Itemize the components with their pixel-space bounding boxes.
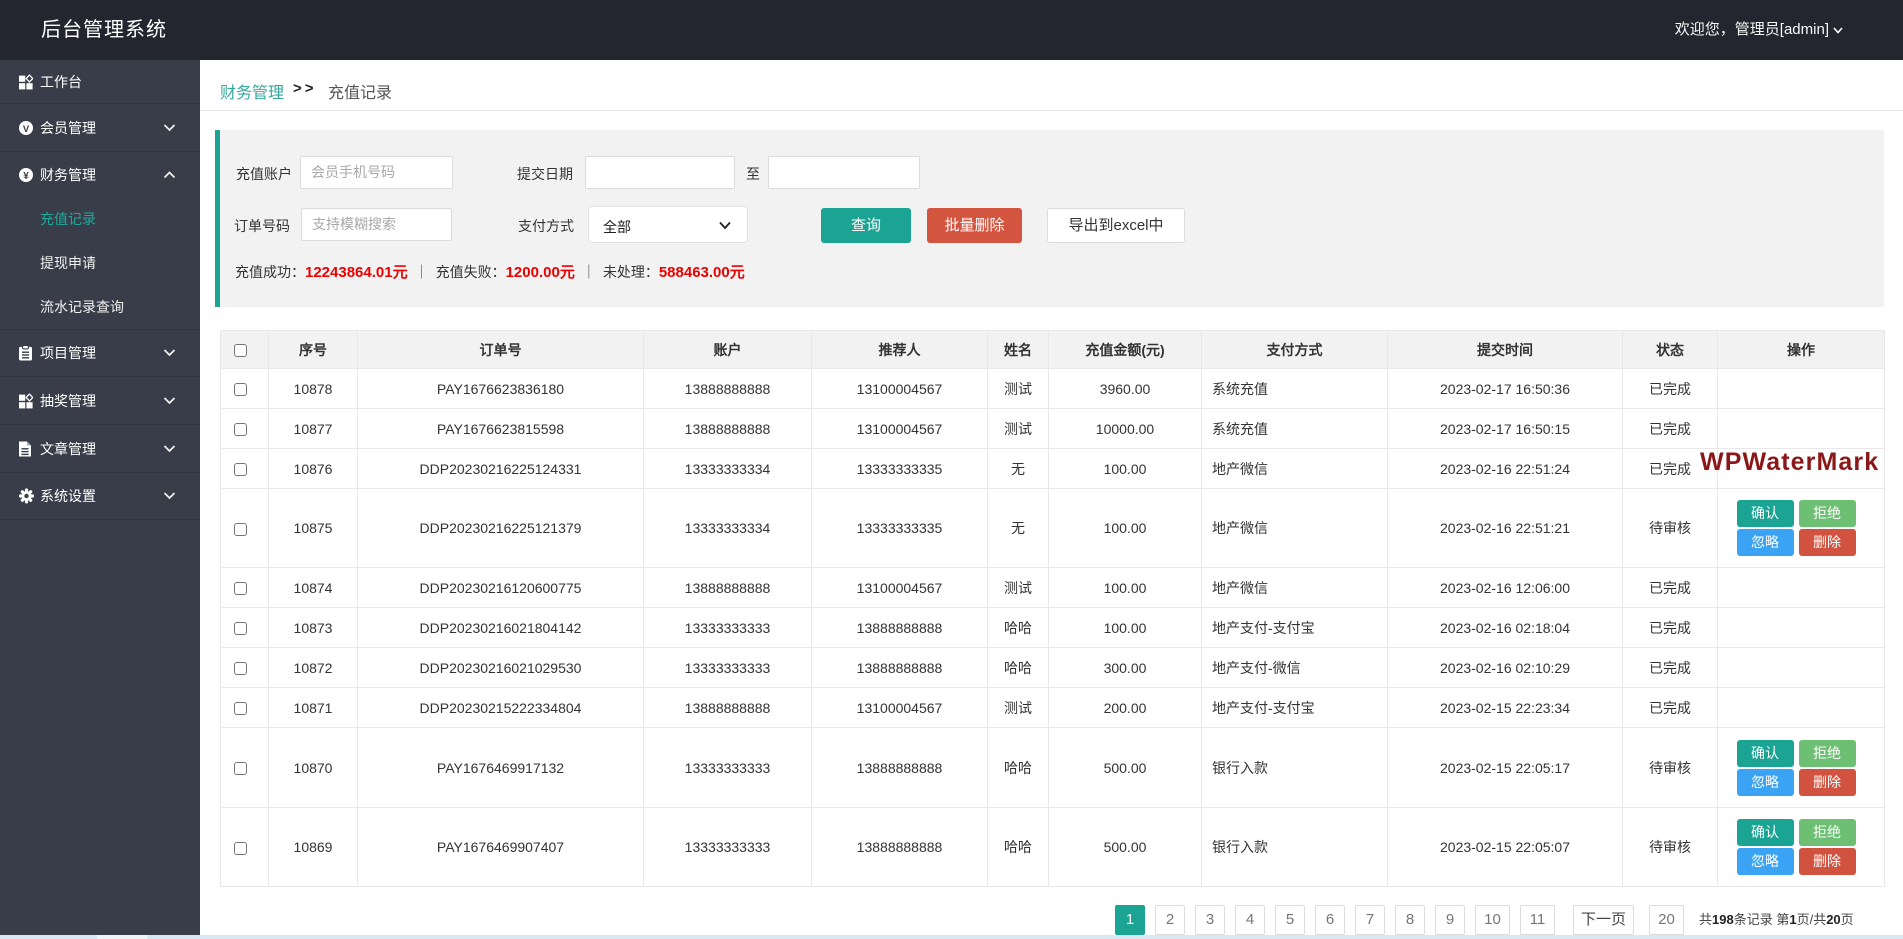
svg-text:V: V xyxy=(23,123,30,134)
svg-text:¥: ¥ xyxy=(23,170,29,181)
